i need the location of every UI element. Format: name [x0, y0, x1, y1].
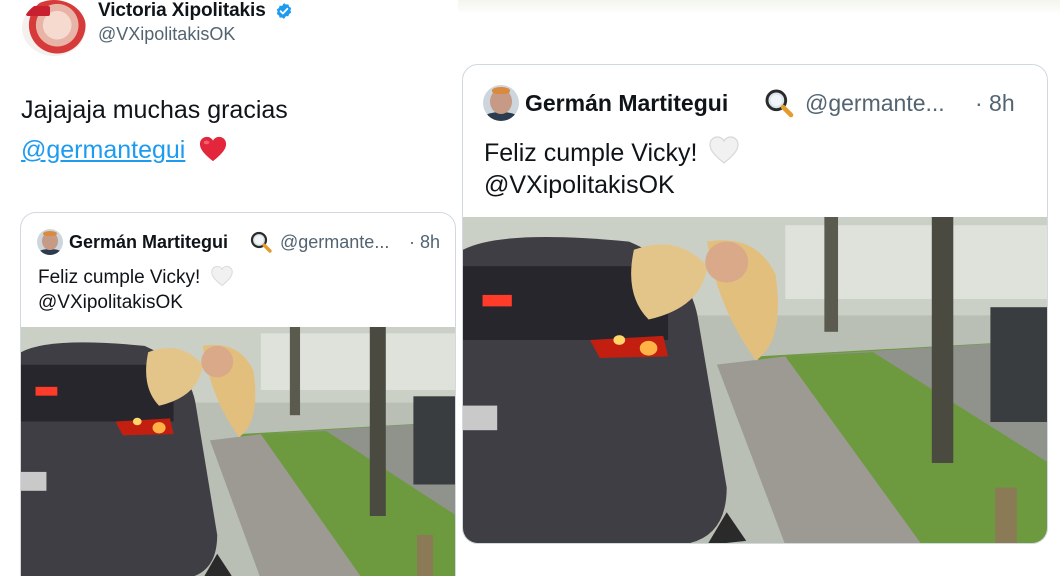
quoted-tweet-photo[interactable] [21, 327, 455, 576]
red-heart-icon [200, 136, 227, 162]
quoted-tweet-photo-zoomed[interactable] [463, 217, 1047, 543]
left-screenshot-panel: Victoria Xipolitakis @VXipolitakisOK Jaj… [0, 0, 458, 576]
quoted-tweet-card[interactable]: Germán Martitegui @germante... · 8h Feli… [20, 212, 456, 576]
reply-author-name[interactable]: Victoria Xipolitakis [98, 0, 266, 22]
magnifying-glass-icon-zoomed [765, 89, 794, 118]
white-heart-icon-zoomed [709, 136, 740, 164]
quoted-author-name[interactable]: Germán Martitegui [69, 232, 228, 253]
quoted-tweet-card-zoomed[interactable]: Germán Martitegui @germante... · 8h Feli… [462, 64, 1048, 544]
quoted-text-line1: Feliz cumple Vicky! [38, 265, 234, 289]
reply-author-avatar[interactable] [22, 0, 86, 56]
quoted-mention[interactable]: @VXipolitakisOK [38, 292, 183, 314]
quoted-greeting-zoomed: Feliz cumple Vicky! [484, 139, 698, 167]
quoted-author-handle[interactable]: @germante... [280, 232, 389, 253]
reply-author-handle[interactable]: @VXipolitakisOK [98, 24, 235, 45]
quoted-author-name-zoomed[interactable]: Germán Martitegui [525, 90, 728, 117]
quoted-timestamp[interactable]: · 8h [409, 232, 440, 253]
quoted-mention-zoomed[interactable]: @VXipolitakisOK [484, 171, 675, 200]
quoted-author-handle-zoomed[interactable]: @germante... [805, 90, 945, 117]
quoted-text-line1-zoomed: Feliz cumple Vicky! [484, 135, 740, 168]
quoted-author-avatar-zoomed[interactable] [483, 85, 519, 121]
mention-link[interactable]: @germantegui [21, 136, 185, 164]
street-car-photo-illustration [21, 327, 455, 576]
quoted-author-avatar[interactable] [37, 229, 63, 255]
reply-text-line: Jajajaja muchas gracias [21, 96, 288, 124]
reply-tweet-text: Jajajaja muchas gracias @germantegui [21, 90, 441, 170]
magnifying-glass-icon [250, 231, 272, 253]
quoted-greeting: Feliz cumple Vicky! [38, 267, 201, 288]
quoted-timestamp-zoomed[interactable]: · 8h [975, 90, 1015, 117]
white-heart-icon [210, 266, 233, 287]
verified-badge-icon [276, 3, 292, 19]
street-car-photo-illustration-zoomed [463, 217, 1047, 543]
